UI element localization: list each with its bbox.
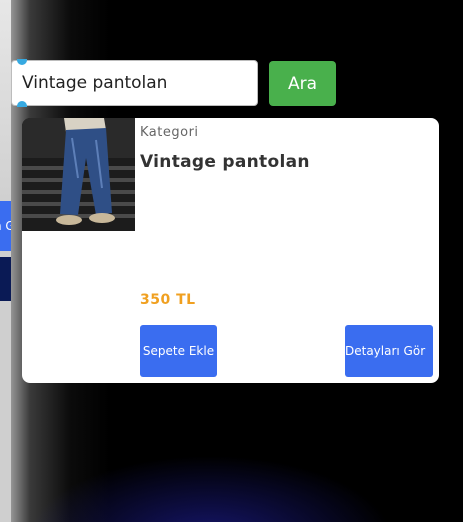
search-input[interactable]: [12, 61, 257, 105]
search-button[interactable]: Ara: [269, 61, 336, 106]
selection-handle-bottom-icon[interactable]: [17, 101, 27, 107]
add-to-cart-button[interactable]: Sepete Ekle: [140, 325, 217, 377]
product-image[interactable]: [22, 118, 135, 231]
side-tab-dark[interactable]: [0, 257, 11, 301]
product-photo-jeans: [22, 118, 135, 231]
side-tab-label: n G: [0, 219, 11, 233]
product-title: Vintage pantolan: [140, 152, 310, 172]
product-card: Kategori Vintage pantolan 350 TL Sepete …: [22, 118, 439, 383]
product-price: 350 TL: [140, 292, 196, 308]
side-tab-button[interactable]: n G: [0, 201, 11, 251]
search-box: [11, 59, 258, 107]
product-category: Kategori: [140, 125, 199, 140]
view-details-button[interactable]: Detayları Gör: [345, 325, 433, 377]
